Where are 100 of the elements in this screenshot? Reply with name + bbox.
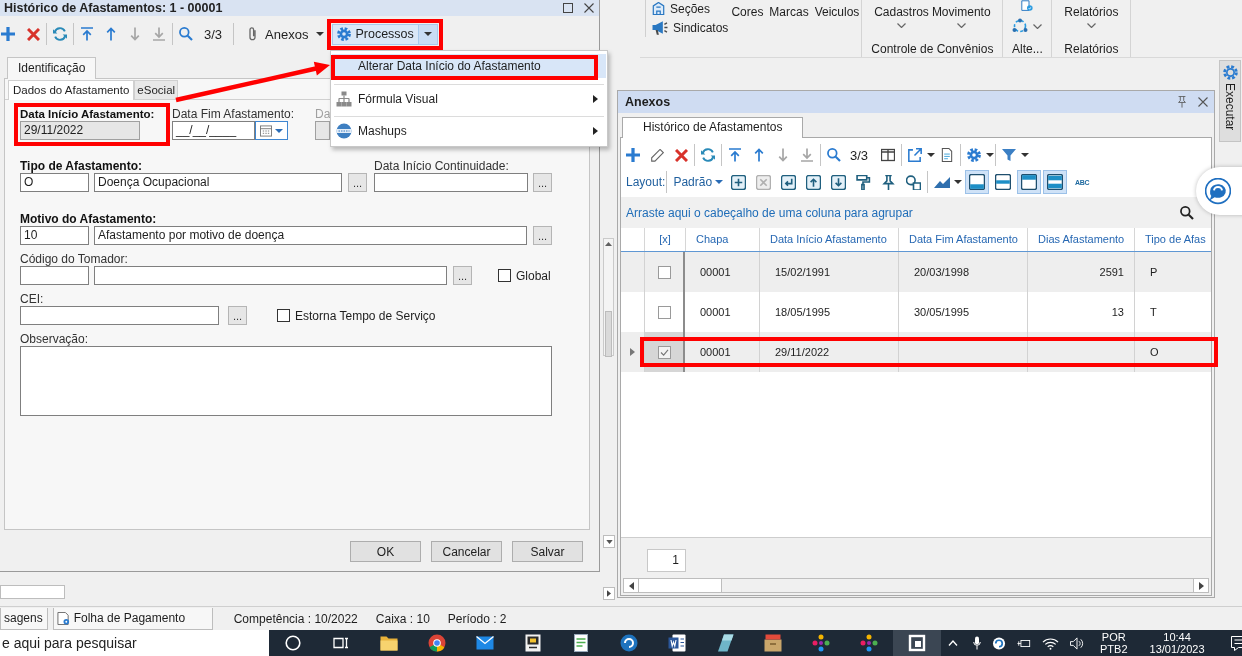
column-header[interactable]: Chapa: [685, 228, 759, 251]
column-header[interactable]: [x]: [644, 228, 685, 251]
shapes-icon[interactable]: [906, 174, 922, 190]
filter-icon[interactable]: [1002, 148, 1017, 162]
area-chart-icon[interactable]: [933, 175, 952, 189]
ribbon-dropdown[interactable]: Cadastros: [874, 0, 929, 40]
ribbon-button[interactable]: Sindicatos: [652, 19, 729, 36]
search-field[interactable]: e aqui para pesquisar: [0, 630, 269, 656]
ribbon-dropdown[interactable]: [1012, 18, 1043, 34]
settings-icon[interactable]: [967, 148, 982, 162]
dialog-button[interactable]: OK: [350, 541, 421, 562]
clock-date[interactable]: 13/01/2023: [1149, 643, 1205, 655]
vertical-scrollbar[interactable]: [603, 238, 614, 356]
tab[interactable]: Dados do Afastamento: [8, 80, 135, 100]
arrow-up-icon[interactable]: [752, 148, 766, 162]
ribbon-button[interactable]: Marcas: [767, 5, 811, 19]
language-indicator[interactable]: POR: [1101, 631, 1126, 643]
maximize-icon[interactable]: [563, 3, 573, 13]
table-row[interactable]: 00001 15/02/1991 20/03/1998 2591 P: [621, 252, 1211, 292]
return-box-icon[interactable]: [781, 174, 797, 190]
side-tab[interactable]: Executar: [1219, 60, 1241, 142]
caret-icon[interactable]: [954, 180, 963, 184]
arrow-up-icon[interactable]: [104, 27, 118, 41]
code-field[interactable]: [20, 266, 89, 285]
chevron-up-icon[interactable]: [948, 640, 958, 646]
horizontal-scrollbar[interactable]: [0, 585, 65, 599]
add-icon[interactable]: [626, 148, 640, 162]
arrow-to-top-icon[interactable]: [80, 27, 94, 41]
delete-icon[interactable]: [674, 148, 688, 162]
layout-dropdown[interactable]: Padrão: [673, 175, 724, 189]
tab[interactable]: eSocial: [134, 80, 179, 99]
checkbox[interactable]: [277, 309, 290, 322]
checkbox[interactable]: [657, 345, 671, 359]
lookup-button[interactable]: ...: [533, 226, 552, 245]
status-tab[interactable]: Folha de Pagamento: [52, 607, 213, 630]
attachments-button[interactable]: Anexos: [243, 23, 329, 45]
tab[interactable]: Histórico de Afastamentos: [622, 117, 804, 138]
upload-box-icon[interactable]: [806, 174, 822, 190]
notes-field[interactable]: [20, 346, 552, 416]
pin-icon[interactable]: [881, 174, 897, 190]
view-toggle[interactable]: [1017, 170, 1042, 194]
refresh-icon[interactable]: [53, 27, 67, 41]
taskbar-button[interactable]: [893, 630, 941, 656]
swirl-circle-icon[interactable]: [992, 636, 1006, 650]
description-field[interactable]: Afastamento por motivo de doença: [94, 226, 527, 245]
ribbon-button[interactable]: Cores: [729, 5, 766, 19]
export-icon[interactable]: [908, 148, 923, 162]
language-indicator[interactable]: PTB2: [1100, 643, 1128, 655]
horizontal-scrollbar[interactable]: [623, 578, 1209, 593]
caret-icon[interactable]: [1021, 153, 1030, 157]
menu-item[interactable]: Mashups: [332, 120, 606, 142]
lookup-button[interactable]: ...: [533, 173, 552, 192]
delete-icon[interactable]: [26, 27, 40, 41]
code-field[interactable]: O: [20, 173, 89, 192]
dialog-button[interactable]: Cancelar: [431, 541, 502, 562]
description-field[interactable]: Doença Ocupacional: [94, 173, 342, 192]
view-toggle[interactable]: [965, 170, 990, 194]
ribbon-button[interactable]: Seções: [652, 0, 729, 17]
paint-roller-icon[interactable]: [856, 174, 872, 190]
checkbox[interactable]: [498, 269, 511, 282]
document-icon[interactable]: [940, 148, 955, 162]
wifi-icon[interactable]: [1042, 636, 1059, 650]
close-icon[interactable]: [1198, 97, 1208, 107]
view-toggle[interactable]: [1043, 170, 1068, 194]
status-tab[interactable]: sagens: [0, 607, 48, 630]
page-number-field[interactable]: 1: [647, 549, 686, 572]
lookup-button[interactable]: ...: [228, 306, 247, 325]
microphone-icon[interactable]: [973, 636, 981, 650]
column-header[interactable]: Data Início Afastamento: [759, 228, 898, 251]
lookup-button[interactable]: ...: [453, 266, 472, 285]
ribbon-button[interactable]: Veiculos: [812, 5, 862, 19]
code-field[interactable]: 10: [20, 226, 89, 245]
chat-button[interactable]: [1196, 167, 1242, 215]
scroll-button[interactable]: [603, 587, 615, 600]
menu-item[interactable]: Alterar Data Início do Afastamento: [332, 54, 606, 78]
columns-icon[interactable]: [881, 148, 896, 162]
calendar-button[interactable]: [255, 121, 288, 140]
add-icon[interactable]: [1, 27, 15, 41]
caret-icon[interactable]: [986, 153, 995, 157]
processes-button[interactable]: Processos: [332, 23, 438, 45]
lookup-button[interactable]: ...: [348, 173, 367, 192]
scroll-left-icon[interactable]: [628, 581, 634, 590]
column-header[interactable]: Data Fim Afastamento: [898, 228, 1027, 251]
text-field[interactable]: [20, 306, 219, 325]
search-icon[interactable]: [1180, 205, 1194, 220]
tab[interactable]: Identificação: [7, 57, 97, 79]
dialog-button[interactable]: Salvar: [512, 541, 583, 562]
date-field[interactable]: [374, 173, 528, 192]
ribbon-dropdown[interactable]: Movimento: [931, 0, 991, 40]
scroll-right-icon[interactable]: [1198, 581, 1204, 590]
date-field[interactable]: __/__/____: [172, 121, 255, 140]
add-box-icon[interactable]: [731, 174, 747, 190]
column-header[interactable]: Tipo de Afas: [1134, 228, 1211, 251]
pencil-icon[interactable]: [650, 148, 664, 162]
document-check-icon[interactable]: [1021, 0, 1034, 12]
menu-item[interactable]: Fórmula Visual: [332, 88, 606, 110]
refresh-icon[interactable]: [701, 148, 715, 162]
notification-icon[interactable]: [1230, 635, 1242, 651]
checkbox[interactable]: [657, 305, 671, 319]
column-header[interactable]: Dias Afastamento: [1027, 228, 1134, 251]
